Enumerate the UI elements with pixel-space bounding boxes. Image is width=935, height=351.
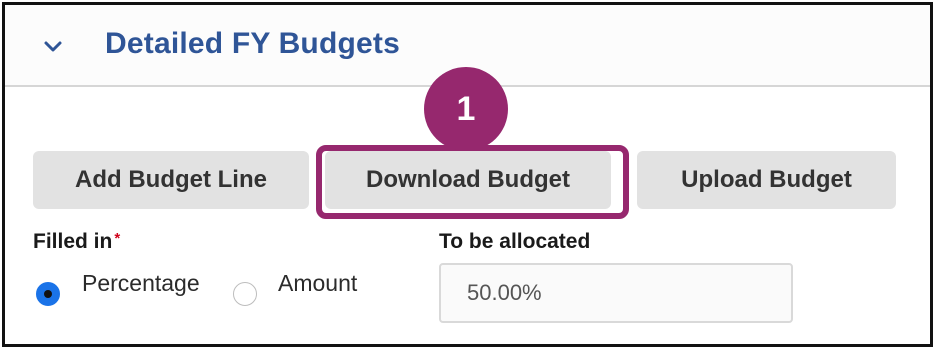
download-budget-button[interactable]: Download Budget <box>325 151 611 209</box>
percentage-radio-label[interactable]: Percentage <box>82 270 200 297</box>
section-title: Detailed FY Budgets <box>105 27 400 60</box>
filled-in-label: Filled in * <box>33 230 120 254</box>
radio-selected-dot <box>44 290 52 298</box>
upload-budget-button[interactable]: Upload Budget <box>637 151 896 209</box>
budget-panel: Detailed FY Budgets 1 Add Budget Line Do… <box>2 2 933 347</box>
filled-in-label-text: Filled in <box>33 230 113 253</box>
to-be-allocated-field[interactable]: 50.00% <box>439 263 793 323</box>
chevron-down-icon[interactable] <box>41 35 65 59</box>
required-marker: * <box>114 230 121 247</box>
add-budget-line-button[interactable]: Add Budget Line <box>33 151 309 209</box>
amount-radio-label[interactable]: Amount <box>278 270 357 297</box>
step-badge: 1 <box>424 67 508 151</box>
amount-radio[interactable] <box>233 282 257 306</box>
percentage-radio[interactable] <box>36 282 60 306</box>
to-be-allocated-label: To be allocated <box>439 230 591 253</box>
